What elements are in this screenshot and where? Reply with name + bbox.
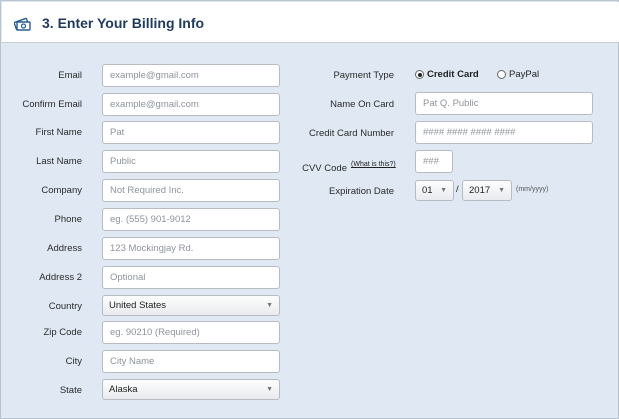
- expiration-label: Expiration Date: [329, 186, 394, 197]
- address2-field[interactable]: Optional: [102, 266, 280, 289]
- chevron-down-icon: ▼: [498, 187, 505, 194]
- country-label: Country: [48, 301, 82, 312]
- company-field[interactable]: Not Required Inc.: [102, 179, 280, 202]
- email-field[interactable]: example@gmail.com: [102, 64, 280, 87]
- expiration-separator: /: [456, 184, 459, 195]
- paypal-radio[interactable]: [497, 70, 506, 79]
- state-value: Alaska: [109, 384, 138, 395]
- expiration-year-value: 2017: [469, 185, 491, 196]
- address-field[interactable]: 123 Mockingjay Rd.: [102, 237, 280, 260]
- cvv-help-link[interactable]: (What is this?): [351, 161, 396, 168]
- state-label: State: [59, 385, 82, 396]
- chevron-down-icon: ▼: [266, 302, 273, 309]
- address-label: Address: [47, 243, 82, 254]
- card-number-field[interactable]: #### #### #### ####: [415, 121, 593, 144]
- chevron-down-icon: ▼: [266, 386, 273, 393]
- last-name-field[interactable]: Public: [102, 150, 280, 173]
- phone-label: Phone: [54, 214, 82, 225]
- zip-code-field[interactable]: eg. 90210 (Required): [102, 321, 280, 344]
- confirm-email-field[interactable]: example@gmail.com: [102, 93, 280, 116]
- page-title: 3. Enter Your Billing Info: [42, 15, 205, 31]
- city-field[interactable]: City Name: [102, 350, 280, 373]
- chevron-down-icon: ▼: [440, 187, 447, 194]
- expiration-month-value: 01: [422, 185, 433, 196]
- email-label: Email: [58, 70, 82, 81]
- card-number-label: Credit Card Number: [309, 128, 394, 139]
- section-header: 3. Enter Your Billing Info: [2, 2, 619, 43]
- cvv-label: CVV Code: [302, 163, 347, 174]
- name-on-card-label: Name On Card: [330, 99, 394, 110]
- state-select[interactable]: Alaska ▼: [102, 379, 280, 400]
- first-name-field[interactable]: Pat: [102, 121, 280, 144]
- payment-type-label: Payment Type: [333, 70, 394, 81]
- billing-panel: 3. Enter Your Billing Info Email example…: [0, 0, 619, 419]
- zip-code-label: Zip Code: [43, 327, 82, 338]
- last-name-label: Last Name: [36, 156, 82, 167]
- first-name-label: First Name: [35, 127, 82, 138]
- expiration-month-select[interactable]: 01 ▼: [415, 180, 454, 201]
- confirm-email-label: Confirm Email: [22, 99, 82, 110]
- address2-label: Address 2: [39, 272, 82, 283]
- paypal-option-label: PayPal: [509, 69, 540, 80]
- city-label: City: [65, 356, 82, 367]
- credit-card-option-label: Credit Card: [427, 69, 479, 80]
- name-on-card-field[interactable]: Pat Q. Public: [415, 92, 593, 115]
- money-icon: [14, 17, 31, 31]
- credit-card-radio[interactable]: [415, 70, 424, 79]
- company-label: Company: [41, 185, 82, 196]
- cvv-field[interactable]: ###: [415, 150, 453, 173]
- phone-field[interactable]: eg. (555) 901-9012: [102, 208, 280, 231]
- expiration-year-select[interactable]: 2017 ▼: [462, 180, 512, 201]
- country-select[interactable]: United States ▼: [102, 295, 280, 316]
- country-value: United States: [109, 300, 167, 311]
- expiration-format-hint: (mm/yyyy): [516, 186, 549, 193]
